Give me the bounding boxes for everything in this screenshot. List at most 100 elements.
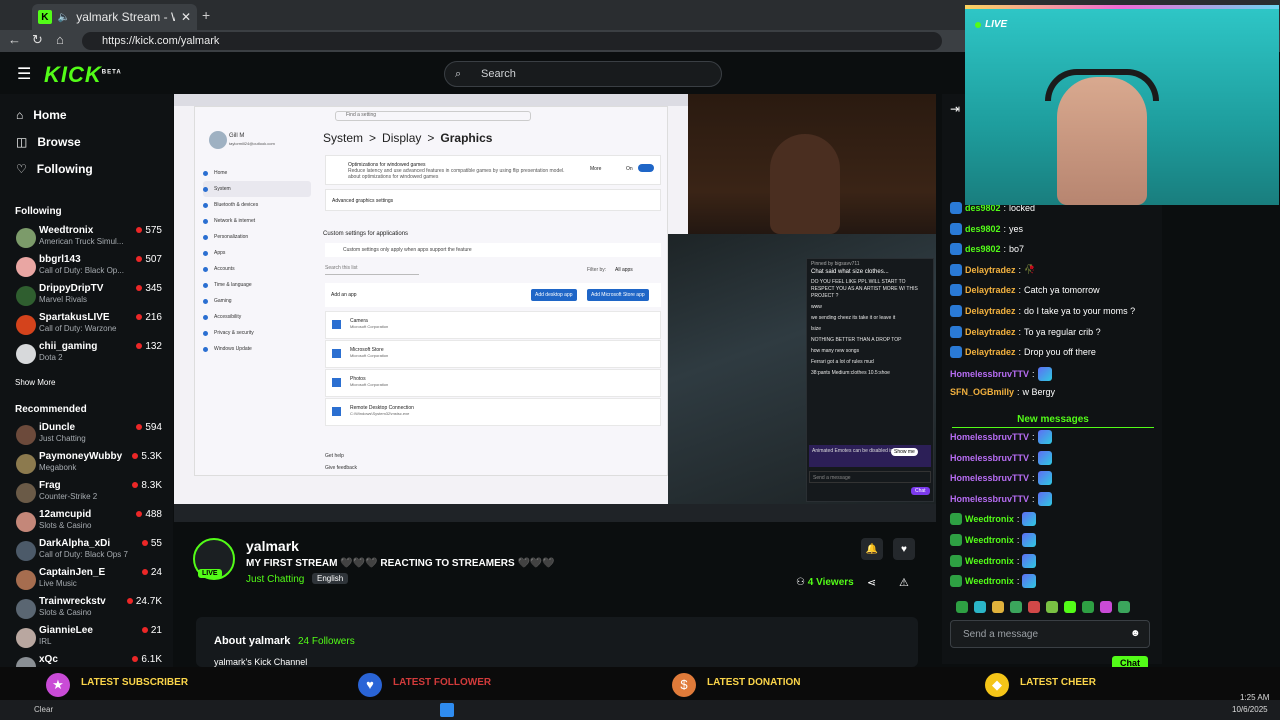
nav-home[interactable]: ⌂ Home (16, 108, 67, 122)
chat-username[interactable]: des9802 (965, 244, 1001, 254)
avatar (16, 425, 36, 445)
refresh-icon[interactable]: ↻ (32, 32, 43, 48)
live-dot-icon (141, 540, 148, 546)
close-tab-icon[interactable]: ✕ (181, 10, 191, 24)
channel-item[interactable]: 12amcupid Slots & Casino 488 (16, 509, 166, 537)
chat-badge-icon (950, 202, 962, 214)
emote-icon[interactable] (1082, 601, 1094, 613)
collapse-chat-icon[interactable]: ⇥ (950, 102, 960, 116)
category-link[interactable]: Just Chatting (246, 574, 304, 585)
report-icon[interactable]: ⚠ (899, 576, 909, 589)
channel-name: iDuncle (39, 422, 76, 433)
search-input[interactable]: ⌕ Search (444, 61, 722, 87)
chat-colon: : (1018, 326, 1022, 337)
channel-category: Call of Duty: Black Ops 7 (39, 550, 128, 559)
chat-username[interactable]: Delaytradez (965, 347, 1016, 357)
kick-logo[interactable]: KICKBETA (44, 62, 122, 88)
channel-item[interactable]: Weedtronix American Truck Simul... 575 (16, 225, 166, 253)
avatar (16, 512, 36, 532)
chat-input[interactable]: Send a message (950, 620, 1150, 648)
channel-item[interactable]: DrippyDripTV Marvel Rivals 345 (16, 283, 166, 311)
settings-breadcrumb: System > Display > Graphics (323, 131, 493, 145)
url-field[interactable]: https://kick.com/yalmark (82, 32, 942, 50)
chat-message: Weedtronix: (950, 533, 1037, 547)
emote-icon[interactable] (992, 601, 1004, 613)
share-icon[interactable]: ⋖ (867, 576, 876, 589)
live-dot-icon (132, 482, 139, 488)
channel-item[interactable]: Trainwreckstv Slots & Casino 24.7K (16, 596, 166, 624)
chat-username[interactable]: HomelessbruvTTV (950, 473, 1029, 483)
chat-username[interactable]: HomelessbruvTTV (950, 369, 1029, 379)
chat-message: Delaytradez: Catch ya tomorrow (950, 284, 1100, 297)
viewer-count: 21 (141, 625, 162, 636)
emote-icon[interactable] (974, 601, 986, 613)
video-player[interactable]: Find a setting Gill M taylormill24@outlo… (174, 94, 936, 522)
channel-item[interactable]: Frag Counter-Strike 2 8.3K (16, 480, 166, 508)
chat-message: Delaytradez: 🥀 (950, 263, 1035, 276)
chat-username[interactable]: Delaytradez (965, 327, 1016, 337)
emote-icon[interactable] (1118, 601, 1130, 613)
app-row: Remote Desktop Connection C:\Windows\Syst… (325, 398, 661, 426)
emote-icon[interactable] (1010, 601, 1022, 613)
nav-browse[interactable]: ◫ Browse (16, 135, 81, 149)
channel-name[interactable]: yalmark (246, 538, 299, 554)
viewer-number: 575 (145, 225, 162, 236)
channel-item[interactable]: PaymoneyWubby Megabonk 5.3K (16, 451, 166, 479)
viewer-count: 488 (136, 509, 162, 520)
settings-menu-icon (203, 170, 208, 176)
menu-icon[interactable]: ☰ (17, 64, 31, 84)
chat-username[interactable]: Weedtronix (965, 514, 1014, 524)
live-dot-icon (141, 569, 148, 575)
chat-username[interactable]: Weedtronix (965, 576, 1014, 586)
channel-category: Call of Duty: Warzone (39, 324, 117, 333)
language-tag[interactable]: English (312, 573, 349, 584)
emote-icon[interactable] (1064, 601, 1076, 613)
custom-settings-note: Custom settings only apply when apps sup… (325, 243, 661, 257)
settings-user-email: taylormill24@outlook.com (229, 141, 275, 146)
channel-item[interactable]: CaptainJen_E Live Music 24 (16, 567, 166, 595)
chat-username[interactable]: Delaytradez (965, 285, 1016, 295)
channel-item[interactable]: iDuncle Just Chatting 594 (16, 422, 166, 450)
new-tab-icon[interactable]: + (202, 7, 210, 23)
chat-colon: : (1016, 514, 1020, 525)
chat-username[interactable]: des9802 (965, 224, 1001, 234)
animated-emotes-note: Animated Emotes can be disabled in Setti… (809, 445, 931, 467)
channel-item[interactable]: bbgrl143 Call of Duty: Black Op... 507 (16, 254, 166, 282)
live-dot-icon (132, 453, 139, 459)
channel-item[interactable]: GiannieLee IRL 21 (16, 625, 166, 653)
emote-icon[interactable] (1100, 601, 1112, 613)
channel-item[interactable]: DarkAlpha_xDi Call of Duty: Black Ops 7 55 (16, 538, 166, 566)
chat-username[interactable]: Delaytradez (965, 265, 1016, 275)
windows-taskbar: Clear 1:25 AM 10/6/2025 (0, 693, 1280, 720)
chat-username[interactable]: Weedtronix (965, 535, 1014, 545)
emoji-picker-icon[interactable]: ☻ (1130, 628, 1141, 639)
chat-badge-icon (950, 263, 962, 276)
home-icon[interactable]: ⌂ (56, 32, 64, 47)
back-icon[interactable]: ← (8, 32, 21, 47)
show-more-link[interactable]: Show More (15, 378, 55, 387)
mute-icon[interactable]: 🔈 (58, 12, 70, 23)
emote-icon[interactable] (1046, 601, 1058, 613)
chat-username[interactable]: HomelessbruvTTV (950, 494, 1029, 504)
chat-colon: : (1032, 473, 1035, 484)
home-icon: ⌂ (16, 108, 24, 122)
app-row: Microsoft Store Microsoft Corporation (325, 340, 661, 368)
chat-username[interactable]: HomelessbruvTTV (950, 432, 1029, 442)
emote-icon[interactable] (956, 601, 968, 613)
emote-icon[interactable] (1028, 601, 1040, 613)
chat-username[interactable]: Weedtronix (965, 556, 1014, 566)
channel-item[interactable]: SpartakusLIVE Call of Duty: Warzone 216 (16, 312, 166, 340)
channel-name: Trainwreckstv (39, 596, 106, 607)
follow-heart-icon[interactable]: ♥ (893, 538, 915, 560)
nav-following[interactable]: ♡ Following (16, 162, 93, 176)
diamond-icon: ◆ (985, 673, 1009, 697)
chat-username[interactable]: SFN_OGBmilly (950, 387, 1014, 397)
channel-item[interactable]: chii_gaming Dota 2 132 (16, 341, 166, 369)
notification-bell-icon[interactable]: 🔔 (861, 538, 883, 560)
emote-icon (1037, 430, 1052, 444)
browser-tab-active[interactable]: K 🔈 yalmark Stream - Watch Live ✕ (32, 4, 197, 30)
chat-username[interactable]: Delaytradez (965, 306, 1016, 316)
windows-start-icon[interactable] (440, 703, 454, 717)
search-icon: ⌕ (455, 68, 462, 80)
chat-username[interactable]: HomelessbruvTTV (950, 453, 1029, 463)
